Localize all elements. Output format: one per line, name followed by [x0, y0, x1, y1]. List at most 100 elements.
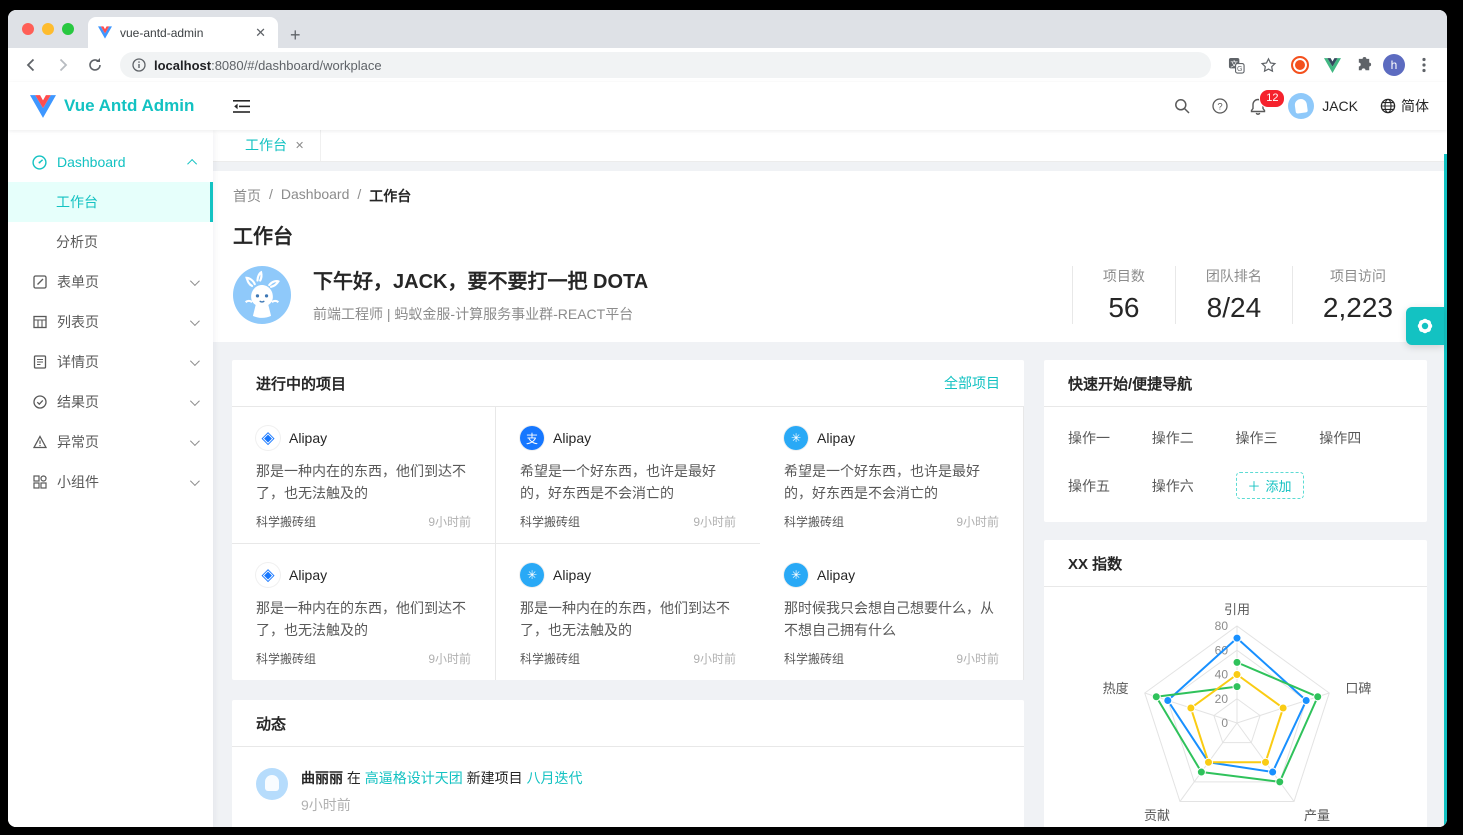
project-group-link[interactable]: 科学搬砖组 [256, 650, 316, 667]
project-name-link[interactable]: Alipay [817, 430, 855, 446]
welcome-avatar [233, 266, 291, 324]
window-controls[interactable] [8, 10, 88, 48]
project-time: 9小时前 [693, 513, 736, 530]
sidebar-item-results[interactable]: 结果页 [8, 382, 213, 422]
sidebar-item-label: 详情页 [57, 352, 180, 372]
maximize-window-button[interactable] [62, 23, 74, 35]
sidebar-item-label: 异常页 [57, 432, 180, 452]
sidebar-item-dashboard[interactable]: Dashboard [8, 142, 213, 182]
close-window-button[interactable] [22, 23, 34, 35]
project-time: 9小时前 [693, 650, 736, 667]
project-name-link[interactable]: Alipay [289, 567, 327, 583]
activities-list: 曲丽丽 在 高逼格设计天团 新建项目 八月迭代 9小时前 [232, 747, 1024, 827]
breadcrumb-item[interactable]: 工作台 / [369, 186, 411, 206]
chevron-down-icon [190, 436, 200, 446]
sidebar: Dashboard 工作台 分析页 表单页 [8, 130, 213, 827]
project-group-link[interactable]: 科学搬砖组 [784, 650, 844, 667]
sidebar-item-label: 小组件 [57, 472, 180, 492]
quicknav-link[interactable]: 操作一 [1068, 428, 1152, 448]
sidebar-item-label: 分析页 [56, 232, 197, 252]
sidebar-item-forms[interactable]: 表单页 [8, 262, 213, 302]
quicknav-card: 快速开始/便捷导航 操作一 操作二 操 [1044, 360, 1427, 522]
project-card[interactable]: ◈ Alipay 那是一种内在的东西，他们到达不了，也无法触及的 科学搬砖组 9… [232, 407, 496, 544]
project-card[interactable]: 支 Alipay 希望是一个好东西，也许是最好的，好东西是不会消亡的 科学搬砖组… [496, 407, 760, 544]
project-name-link[interactable]: Alipay [817, 567, 855, 583]
chevron-down-icon [190, 356, 200, 366]
reload-icon[interactable] [82, 52, 108, 78]
project-group-link[interactable]: 科学搬砖组 [256, 513, 316, 530]
forward-icon[interactable] [50, 52, 76, 78]
extensions-puzzle-icon[interactable] [1351, 52, 1377, 78]
help-icon[interactable]: ? [1212, 98, 1228, 114]
add-button[interactable]: ＋ 添加 [1236, 472, 1304, 499]
project-logo-icon: ◈ [256, 563, 280, 587]
project-logo-icon: ✳ [520, 563, 544, 587]
project-name-link[interactable]: Alipay [289, 430, 327, 446]
browser-tab[interactable]: vue-antd-admin ✕ [88, 17, 278, 48]
all-projects-link[interactable]: 全部项目 [944, 373, 1000, 393]
sidebar-item-lists[interactable]: 列表页 [8, 302, 213, 342]
browser-profile-avatar[interactable]: h [1383, 54, 1405, 76]
page-header: 首页 / Dashboard / 工作台 / [213, 171, 1447, 342]
page-info-icon[interactable] [132, 58, 146, 72]
browser-window: vue-antd-admin ✕ + localhost:8080/#/dash… [8, 10, 1447, 827]
breadcrumb-item[interactable]: Dashboard / [281, 186, 361, 206]
search-icon[interactable] [1174, 98, 1190, 114]
back-icon[interactable] [18, 52, 44, 78]
user-menu[interactable]: JACK [1288, 93, 1358, 119]
settings-gear-button[interactable] [1406, 307, 1444, 345]
activity-user[interactable]: 曲丽丽 [301, 770, 343, 786]
quicknav-link[interactable]: 操作六 [1152, 476, 1236, 496]
project-card[interactable]: ✳ Alipay 那是一种内在的东西，他们到达不了，也无法触及的 科学搬砖组 9… [496, 544, 760, 680]
url-host: localhost [154, 58, 211, 73]
activity-target-link[interactable]: 八月迭代 [527, 770, 583, 786]
sidebar-item-widgets[interactable]: 小组件 [8, 462, 213, 502]
project-group-link[interactable]: 科学搬砖组 [520, 650, 580, 667]
project-card[interactable]: ◈ Alipay 那是一种内在的东西，他们到达不了，也无法触及的 科学搬砖组 9… [232, 544, 496, 680]
svg-text:80: 80 [1215, 619, 1229, 633]
theme-edge-strip [1444, 154, 1447, 827]
stat-value: 56 [1103, 292, 1145, 324]
sidebar-item-workplace[interactable]: 工作台 [8, 182, 213, 222]
chevron-down-icon [190, 316, 200, 326]
tab-label: 工作台 [245, 135, 287, 155]
project-card[interactable]: ✳ Alipay 希望是一个好东西，也许是最好的，好东西是不会消亡的 科学搬砖组… [760, 407, 1024, 544]
project-group-link[interactable]: 科学搬砖组 [520, 513, 580, 530]
app-logo[interactable]: Vue Antd Admin [8, 95, 213, 118]
bookmark-star-icon[interactable] [1255, 52, 1281, 78]
quicknav-link[interactable]: 操作五 [1068, 476, 1152, 496]
browser-menu-icon[interactable] [1411, 52, 1437, 78]
project-group-link[interactable]: 科学搬砖组 [784, 513, 844, 530]
radar-card-title: XX 指数 [1068, 553, 1122, 574]
user-avatar [1288, 93, 1314, 119]
tab-close-icon[interactable]: ✕ [295, 139, 304, 152]
minimize-window-button[interactable] [42, 23, 54, 35]
tab-workplace[interactable]: 工作台 ✕ [229, 129, 321, 161]
vue-favicon [98, 26, 112, 39]
stat-item: 项目数 56 [1072, 266, 1175, 324]
quicknav-link[interactable]: 操作四 [1319, 428, 1403, 448]
project-name-link[interactable]: Alipay [553, 567, 591, 583]
quicknav-link[interactable]: 操作三 [1236, 428, 1320, 448]
project-logo-icon: ✳ [784, 563, 808, 587]
language-switcher[interactable]: 简体 [1380, 96, 1429, 116]
sidebar-item-exception[interactable]: 异常页 [8, 422, 213, 462]
sidebar-item-analysis[interactable]: 分析页 [8, 222, 213, 262]
url-text[interactable]: localhost:8080/#/dashboard/workplace [154, 58, 382, 73]
new-tab-button[interactable]: + [278, 26, 313, 48]
tab-close-icon[interactable]: ✕ [251, 24, 270, 41]
extension-orange-icon[interactable] [1287, 52, 1313, 78]
breadcrumb-item[interactable]: 首页 / [233, 186, 273, 206]
project-card[interactable]: ✳ Alipay 那时候我只会想自己想要什么，从不想自己拥有什么 科学搬砖组 9… [760, 544, 1024, 680]
address-bar[interactable]: localhost:8080/#/dashboard/workplace [120, 52, 1211, 78]
activities-card-title: 动态 [256, 713, 286, 734]
notifications-bell-icon[interactable]: 12 [1250, 98, 1266, 115]
translate-icon[interactable]: 文G [1223, 52, 1249, 78]
quicknav-link[interactable]: 操作二 [1152, 428, 1236, 448]
project-name-link[interactable]: Alipay [553, 430, 591, 446]
activity-group-link[interactable]: 高逼格设计天团 [365, 770, 463, 786]
sidebar-item-details[interactable]: 详情页 [8, 342, 213, 382]
projects-grid: ◈ Alipay 那是一种内在的东西，他们到达不了，也无法触及的 科学搬砖组 9… [232, 407, 1024, 680]
vue-devtools-icon[interactable] [1319, 52, 1345, 78]
menu-fold-icon[interactable] [233, 99, 250, 114]
